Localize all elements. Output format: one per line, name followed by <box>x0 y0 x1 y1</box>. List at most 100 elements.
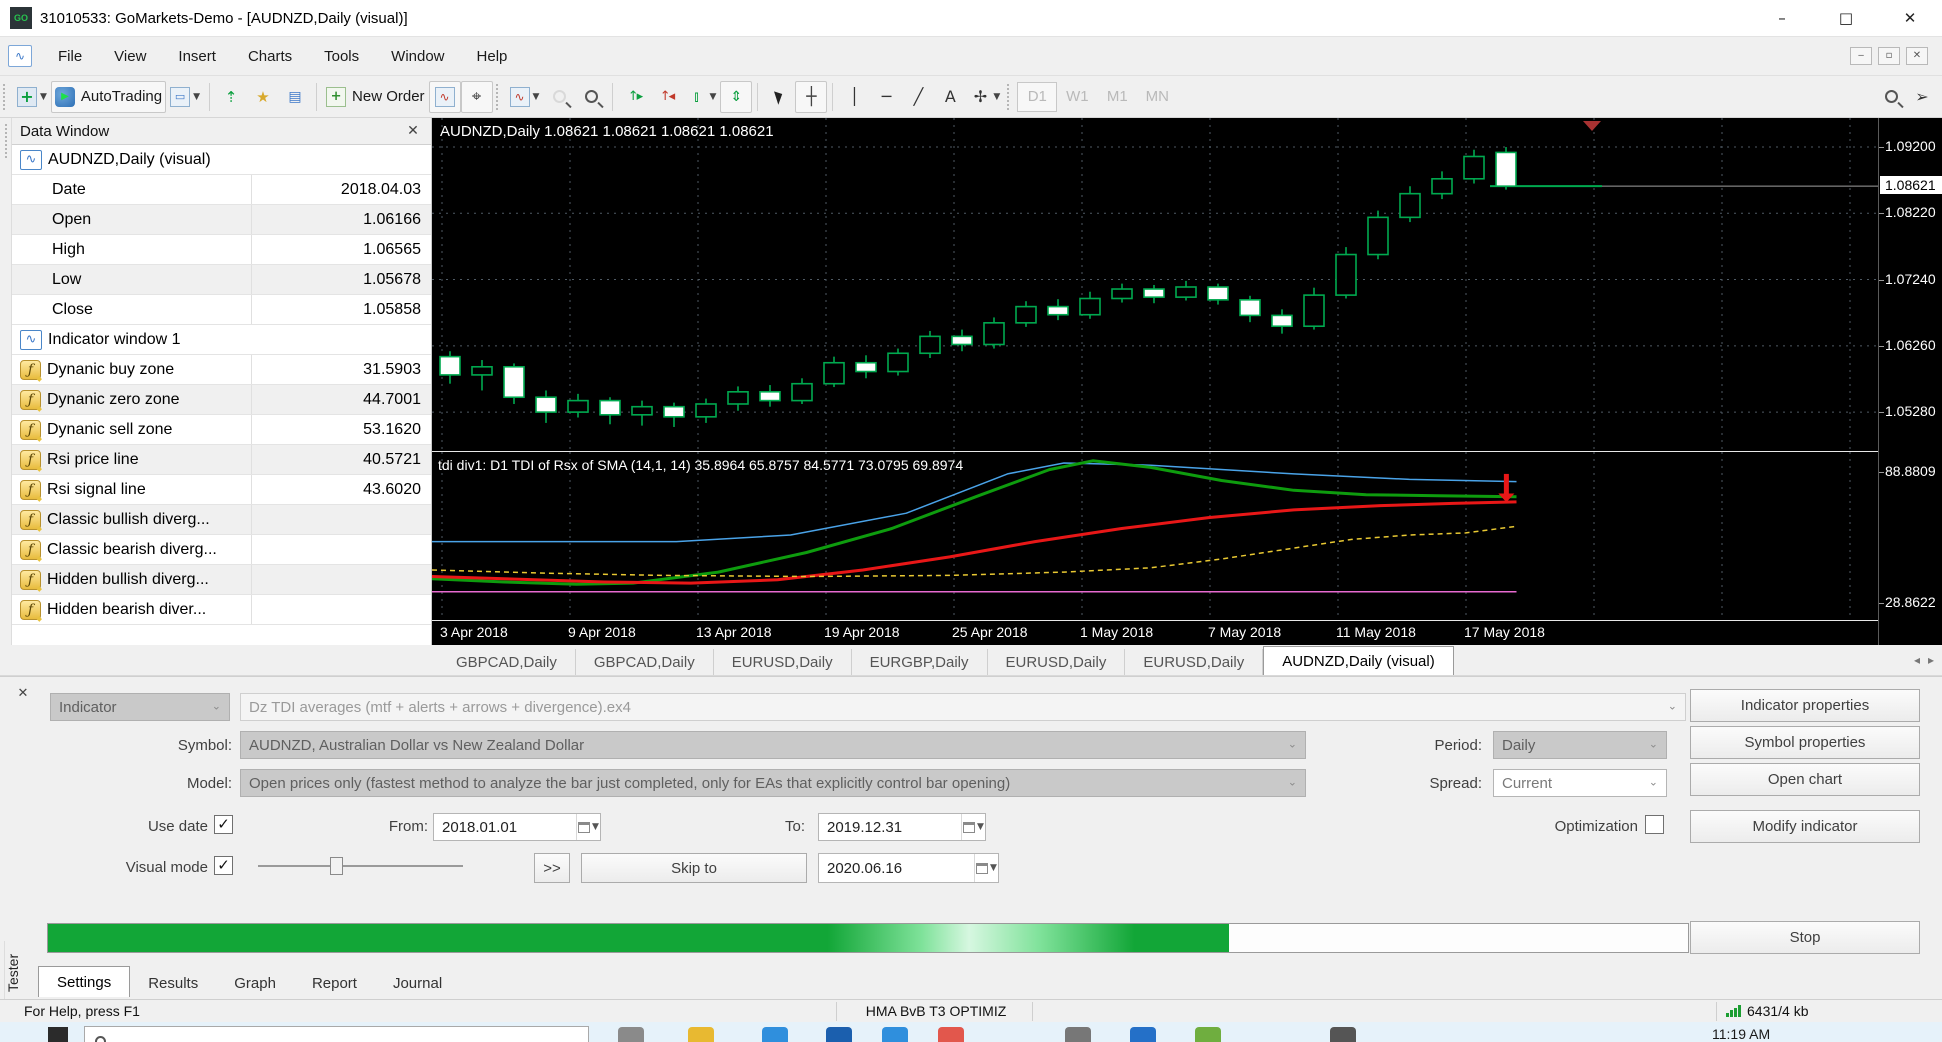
tab-scroll-right-icon[interactable]: ▸ <box>1928 653 1934 667</box>
hline-tool-button[interactable]: ─ <box>870 81 902 113</box>
model-select[interactable]: Open prices only (fastest method to anal… <box>240 769 1306 797</box>
outlook-icon[interactable] <box>826 1027 852 1042</box>
toolbar-drag-handle[interactable] <box>3 83 10 110</box>
calendar-icon[interactable]: ▼ <box>974 854 998 882</box>
search-icon[interactable] <box>1885 90 1898 103</box>
to-date-input[interactable]: 2019.12.31 ▼ <box>818 813 986 841</box>
mdi-restore-button[interactable]: ▫ <box>1878 47 1900 65</box>
browser-icon[interactable] <box>882 1027 908 1042</box>
slider-thumb[interactable] <box>329 857 343 875</box>
window-app-icon[interactable] <box>1065 1027 1091 1042</box>
chart-tab[interactable]: AUDNZD,Daily (visual) <box>1263 646 1454 675</box>
period-select[interactable]: Daily ⌄ <box>1493 731 1667 759</box>
app-dark-icon[interactable] <box>1330 1027 1356 1042</box>
chart-region[interactable]: AUDNZD,Daily 1.08621 1.08621 1.08621 1.0… <box>432 118 1942 645</box>
chart-tab[interactable]: EURUSD,Daily <box>988 649 1126 675</box>
close-button[interactable]: ✕ <box>1878 0 1942 36</box>
indicators-button[interactable]: ∿ ▼ <box>506 81 544 113</box>
chart-type-button[interactable]: ⫾ ▼ <box>682 81 720 113</box>
chart-tab[interactable]: GBPCAD,Daily <box>438 649 576 675</box>
autotrading-button[interactable]: ▶ AutoTrading <box>50 80 167 113</box>
timeframe-m1[interactable]: M1 <box>1097 82 1137 112</box>
edge-icon[interactable] <box>762 1027 788 1042</box>
favorites-button[interactable]: ★ <box>247 81 279 113</box>
text-tool-button[interactable]: A <box>934 81 966 113</box>
minimize-button[interactable]: – <box>1750 0 1814 36</box>
timeframe-w1[interactable]: W1 <box>1057 82 1097 112</box>
stop-button[interactable]: Stop <box>1690 921 1920 954</box>
tab-scroll-left-icon[interactable]: ◂ <box>1914 653 1920 667</box>
tick-up-button[interactable]: ↑▸ <box>618 81 650 113</box>
trendline-tool-button[interactable]: ╱ <box>902 81 934 113</box>
quick-nav-icon[interactable]: ➢ <box>1912 87 1932 107</box>
menu-window[interactable]: Window <box>375 42 460 71</box>
candles-button[interactable]: ⇕ <box>720 80 753 113</box>
app-red-icon[interactable] <box>938 1027 964 1042</box>
start-button[interactable] <box>48 1027 68 1042</box>
timeframe-d1[interactable]: D1 <box>1017 81 1058 112</box>
modify-indicator-button[interactable]: Modify indicator <box>1690 810 1920 843</box>
indicator-file-select[interactable]: Dz TDI averages (mtf + alerts + arrows +… <box>240 693 1686 721</box>
maximize-button[interactable]: □ <box>1814 0 1878 36</box>
console-icon[interactable] <box>1130 1027 1156 1042</box>
profiles-button[interactable]: ▭ ▼ <box>166 81 204 113</box>
chart-tab[interactable]: EURUSD,Daily <box>1125 649 1264 675</box>
tester-tab-graph[interactable]: Graph <box>216 970 294 997</box>
terminal-button[interactable]: ▤ <box>279 81 311 113</box>
toolbar-drag-handle[interactable] <box>1007 83 1014 110</box>
use-date-checkbox[interactable] <box>214 815 233 834</box>
indicator-properties-button[interactable]: Indicator properties <box>1690 689 1920 722</box>
step-forward-button[interactable]: >> <box>534 853 570 883</box>
crosshair-button[interactable]: ┼ <box>795 80 828 113</box>
menu-charts[interactable]: Charts <box>232 42 308 71</box>
tester-tab-report[interactable]: Report <box>294 970 375 997</box>
shapes-tool-button[interactable]: ✢ ▼ <box>966 81 1004 113</box>
spread-select[interactable]: Current ⌄ <box>1493 769 1667 797</box>
open-chart-button[interactable]: Open chart <box>1690 763 1920 796</box>
chart-tab[interactable]: EURGBP,Daily <box>852 649 988 675</box>
chart-shift-button[interactable]: ⇡ <box>215 81 247 113</box>
menu-file[interactable]: File <box>42 42 98 71</box>
calendar-icon[interactable]: ▼ <box>576 814 600 840</box>
optimization-checkbox[interactable] <box>1645 815 1664 834</box>
skip-to-button[interactable]: Skip to <box>581 853 807 883</box>
menu-insert[interactable]: Insert <box>162 42 232 71</box>
chart-tab[interactable]: GBPCAD,Daily <box>576 649 714 675</box>
skip-to-date-input[interactable]: 2020.06.16 ▼ <box>818 853 999 883</box>
visual-mode-checkbox[interactable] <box>214 856 233 875</box>
toolbar-drag-handle[interactable] <box>495 83 503 110</box>
tester-tab-journal[interactable]: Journal <box>375 970 460 997</box>
cursor-button[interactable] <box>763 81 795 113</box>
taskbar-search-box[interactable] <box>84 1026 589 1042</box>
data-window-close-icon[interactable]: ✕ <box>403 123 423 139</box>
tester-type-select[interactable]: Indicator ⌄ <box>50 693 230 721</box>
zoom-out-button[interactable] <box>575 81 607 113</box>
tester-tab-settings[interactable]: Settings <box>38 966 131 997</box>
tick-down-button[interactable]: ↑◂ <box>650 81 682 113</box>
from-date-input[interactable]: 2018.01.01 ▼ <box>433 813 601 841</box>
new-order-button[interactable]: + New Order <box>322 81 429 113</box>
menu-view[interactable]: View <box>98 42 162 71</box>
chart-tab[interactable]: EURUSD,Daily <box>714 649 852 675</box>
timeframe-mn[interactable]: MN <box>1137 82 1177 112</box>
vline-tool-button[interactable]: │ <box>838 81 870 113</box>
tester-tab-results[interactable]: Results <box>130 970 216 997</box>
mt4-icon[interactable] <box>1195 1027 1221 1042</box>
crosshair-target-button[interactable]: ⌖ <box>460 80 493 113</box>
calendar-icon[interactable]: ▼ <box>961 814 985 840</box>
folder-icon[interactable] <box>688 1027 714 1042</box>
menu-help[interactable]: Help <box>461 42 524 71</box>
new-chart-button[interactable]: + ▼ <box>13 81 51 113</box>
tester-close-icon[interactable]: ✕ <box>14 685 32 703</box>
indicator-plot[interactable] <box>432 452 1878 621</box>
taskview-icon[interactable] <box>618 1027 644 1042</box>
tester-side-tab[interactable]: Tester <box>4 941 28 1005</box>
mdi-minimize-button[interactable]: ‒ <box>1850 47 1872 65</box>
visual-speed-slider[interactable] <box>258 857 463 875</box>
mdi-close-button[interactable]: ✕ <box>1906 47 1928 65</box>
main-chart-plot[interactable] <box>432 118 1878 452</box>
strategy-tester-button[interactable]: ∿ <box>428 80 461 113</box>
symbol-select[interactable]: AUDNZD, Australian Dollar vs New Zealand… <box>240 731 1306 759</box>
taskbar-clock[interactable]: 11:19 AM <box>1712 1026 1770 1042</box>
menu-tools[interactable]: Tools <box>308 42 375 71</box>
